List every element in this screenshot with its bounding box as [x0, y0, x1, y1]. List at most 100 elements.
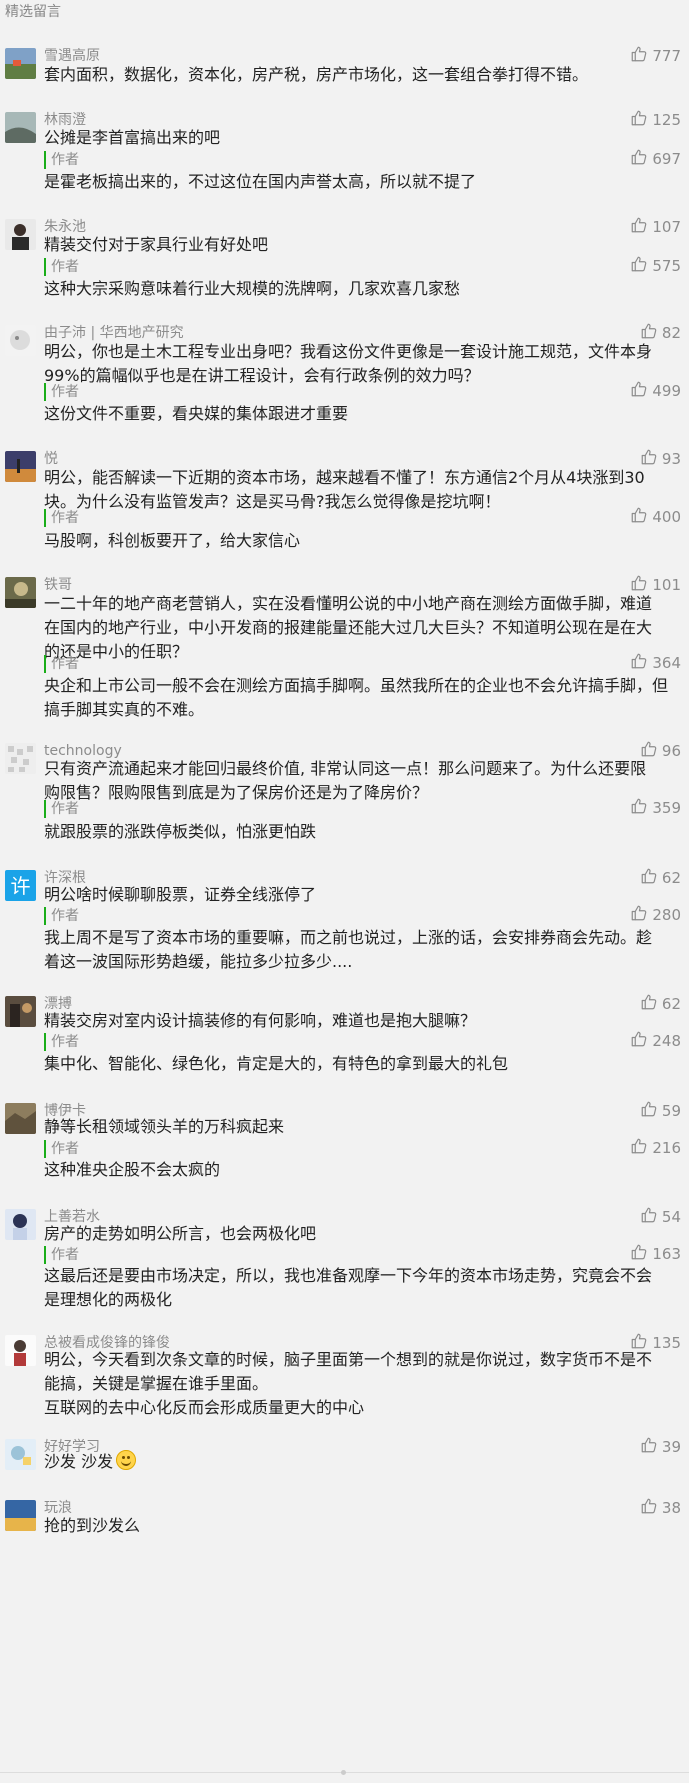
reply-like-count: 359: [652, 799, 681, 817]
reply-like-button[interactable]: 359: [630, 797, 681, 819]
comment-text: 一二十年的地产商老营销人，实在没看懂明公说的中小地产商在测绘方面做手脚，难道 在国…: [44, 592, 679, 664]
comment-text-line: 房产的走势如明公所言，也会两极化吧: [44, 1224, 317, 1243]
author-reply-text: 是霍老板搞出来的，不过这位在国内声誉太高，所以就不提了: [44, 170, 679, 194]
author-reply-label: 作者: [44, 151, 79, 169]
comment-text: 沙发 沙发: [44, 1450, 679, 1474]
reply-like-count: 575: [652, 257, 681, 275]
comment-text-line: 的还是中小的任职？: [44, 642, 189, 661]
comment-text: 明公，今天看到次条文章的时候，脑子里面第一个想到的就是你说过，数字货币不是不 能搞…: [44, 1348, 679, 1420]
thumbs-up-icon: [630, 1137, 652, 1159]
comment-text-line: 静等长租领域领头羊的万科疯起来: [44, 1117, 285, 1136]
thumbs-up-icon: [630, 148, 652, 170]
comment-text-line: 块。为什么没有监管发声？这是买马骨?我怎么觉得像是挖坑啊！: [44, 492, 501, 511]
comment-text-line: 明公，今天看到次条文章的时候，脑子里面第一个想到的就是你说过，数字货币不是不: [44, 1350, 653, 1369]
reply-like-button[interactable]: 163: [630, 1243, 681, 1265]
smile-emoji-icon: [116, 1450, 137, 1470]
author-reply-text: 就跟股票的涨跌停板类似，怕涨更怕跌: [44, 820, 679, 844]
reply-text-line: 是霍老板搞出来的，不过这位在国内声誉太高，所以就不提了: [44, 172, 477, 191]
comment-text-line: 在国内的地产行业，中小开发商的报建能量还能大过几大巨头？不知道明公现在是在大: [44, 618, 653, 637]
reply-like-button[interactable]: 280: [630, 904, 681, 926]
comment-text-line: 公摊是李首富搞出来的吧: [44, 128, 221, 147]
avatar[interactable]: [5, 219, 36, 250]
author-reply-label: 作者: [44, 1033, 79, 1051]
reply-text-line: 着这一波国际形势趋缓，能拉多少拉多少....: [44, 952, 353, 971]
comment-text: 公摊是李首富搞出来的吧: [44, 126, 679, 150]
reply-text-line: 这最后还是要由市场决定，所以，我也准备观摩一下今年的资本市场走势，究竟会不会: [44, 1266, 653, 1285]
reply-text-line: 这种大宗采购意味着行业大规模的洗牌啊，几家欢喜几家愁: [44, 279, 461, 298]
comment-text-line: 精装交房对室内设计搞装修的有何影响，难道也是抱大腿嘛？: [44, 1011, 477, 1030]
avatar[interactable]: [5, 48, 36, 79]
reply-like-count: 697: [652, 150, 681, 168]
reply-like-button[interactable]: 216: [630, 1137, 681, 1159]
avatar[interactable]: [5, 1500, 36, 1531]
thumbs-up-icon: [630, 904, 652, 926]
author-reply-label: 作者: [44, 655, 79, 673]
comment-text-line: 精装交付对于家具行业有好处吧: [44, 235, 269, 254]
avatar[interactable]: [5, 1335, 36, 1366]
reply-like-count: 248: [652, 1032, 681, 1050]
comment-text: 精装交付对于家具行业有好处吧: [44, 233, 679, 257]
author-reply-label: 作者: [44, 1140, 79, 1158]
thumbs-up-icon: [630, 652, 652, 674]
reply-like-button[interactable]: 248: [630, 1030, 681, 1052]
comment-text: 静等长租领域领头羊的万科疯起来: [44, 1115, 679, 1139]
comment-text: 抢的到沙发么: [44, 1514, 679, 1538]
reply-like-count: 499: [652, 382, 681, 400]
avatar[interactable]: [5, 1209, 36, 1240]
author-reply-text: 这种准央企股不会太疯的: [44, 1158, 679, 1182]
thumbs-up-icon: [630, 797, 652, 819]
comment-text-line: 抢的到沙发么: [44, 1516, 141, 1535]
comment-text: 精装交房对室内设计搞装修的有何影响，难道也是抱大腿嘛？: [44, 1009, 679, 1033]
reply-text-line: 这种准央企股不会太疯的: [44, 1160, 221, 1179]
author-reply-label: 作者: [44, 907, 79, 925]
avatar[interactable]: [5, 325, 36, 356]
avatar[interactable]: [5, 996, 36, 1027]
author-reply-text: 央企和上市公司一般不会在测绘方面搞手脚啊。虽然我所在的企业也不会允许搞手脚，但搞…: [44, 674, 679, 722]
comment-text-line: 互联网的去中心化反而会形成质量更大的中心: [44, 1398, 365, 1417]
avatar[interactable]: [5, 1439, 36, 1470]
reply-like-button[interactable]: 575: [630, 255, 681, 277]
reply-text-line: 集中化、智能化、绿色化，肯定是大的，有特色的拿到最大的礼包: [44, 1054, 509, 1073]
reply-text-line: 就跟股票的涨跌停板类似，怕涨更怕跌: [44, 822, 317, 841]
author-reply-text: 马股啊，科创板要开了，给大家信心: [44, 529, 679, 553]
comment-text: 套内面积，数据化，资本化，房产税，房产市场化，这一套组合拳打得不错。: [44, 63, 679, 87]
comment-text-line: 购限售？限购限售到底是为了保房价还是为了降房价？: [44, 783, 429, 802]
comment-text-line: 明公，能否解读一下近期的资本市场，越来越看不懂了！东方通信2个月从4块涨到30: [44, 468, 645, 487]
comment-text: 房产的走势如明公所言，也会两极化吧: [44, 1222, 679, 1246]
avatar[interactable]: [5, 451, 36, 482]
section-title: 精选留言: [5, 4, 61, 20]
author-reply-text: 我上周不是写了资本市场的重要嘛，而之前也说过，上涨的话，会安排券商会先动。趁 着这…: [44, 926, 679, 974]
author-reply-label: 作者: [44, 800, 79, 818]
reply-text-line: 这份文件不重要，看央媒的集体跟进才重要: [44, 404, 349, 423]
avatar[interactable]: [5, 112, 36, 143]
reply-text-line: 是理想化的两极化: [44, 1290, 173, 1309]
author-reply-label: 作者: [44, 1246, 79, 1264]
avatar[interactable]: [5, 577, 36, 608]
author-reply-label: 作者: [44, 258, 79, 276]
comment-text: 只有资产流通起来才能回归最终价值, 非常认同这一点！那么问题来了。为什么还要限购…: [44, 757, 679, 805]
reply-like-button[interactable]: 364: [630, 652, 681, 674]
author-reply-text: 这最后还是要由市场决定，所以，我也准备观摩一下今年的资本市场走势，究竟会不会 是理…: [44, 1264, 679, 1312]
reply-text-line: 央企和上市公司一般不会在测绘方面搞手脚啊。虽然我所在的企业也不会允许搞手脚，但: [44, 676, 669, 695]
comment-text: 明公，你也是土木工程专业出身吧？我看这份文件更像是一套设计施工规范，文件本身 99…: [44, 340, 679, 388]
comment-text-line: 99%的篇幅似乎也是在讲工程设计，会有行政条例的效力吗？: [44, 366, 480, 385]
reply-like-button[interactable]: 697: [630, 148, 681, 170]
thumbs-up-icon: [630, 255, 652, 277]
author-reply-text: 集中化、智能化、绿色化，肯定是大的，有特色的拿到最大的礼包: [44, 1052, 679, 1076]
avatar[interactable]: 许: [5, 870, 36, 901]
reply-text-line: 马股啊，科创板要开了，给大家信心: [44, 531, 301, 550]
reply-like-count: 216: [652, 1139, 681, 1157]
author-reply-label: 作者: [44, 383, 79, 401]
author-reply-text: 这种大宗采购意味着行业大规模的洗牌啊，几家欢喜几家愁: [44, 277, 679, 301]
comment-text-line: 能搞，关键是掌握在谁手里面。: [44, 1374, 269, 1393]
reply-like-button[interactable]: 400: [630, 506, 681, 528]
comment-text-line: 明公啥时候聊聊股票，证券全线涨停了: [44, 885, 317, 904]
author-reply-label: 作者: [44, 509, 79, 527]
avatar[interactable]: [5, 743, 36, 774]
avatar[interactable]: [5, 1103, 36, 1134]
reply-like-button[interactable]: 499: [630, 380, 681, 402]
reply-text-line: 搞手脚其实真的不难。: [44, 700, 205, 719]
comment-text: 明公啥时候聊聊股票，证券全线涨停了: [44, 883, 679, 907]
comment-text-line: 一二十年的地产商老营销人，实在没看懂明公说的中小地产商在测绘方面做手脚，难道: [44, 594, 653, 613]
reply-text-line: 我上周不是写了资本市场的重要嘛，而之前也说过，上涨的话，会安排券商会先动。趁: [44, 928, 653, 947]
